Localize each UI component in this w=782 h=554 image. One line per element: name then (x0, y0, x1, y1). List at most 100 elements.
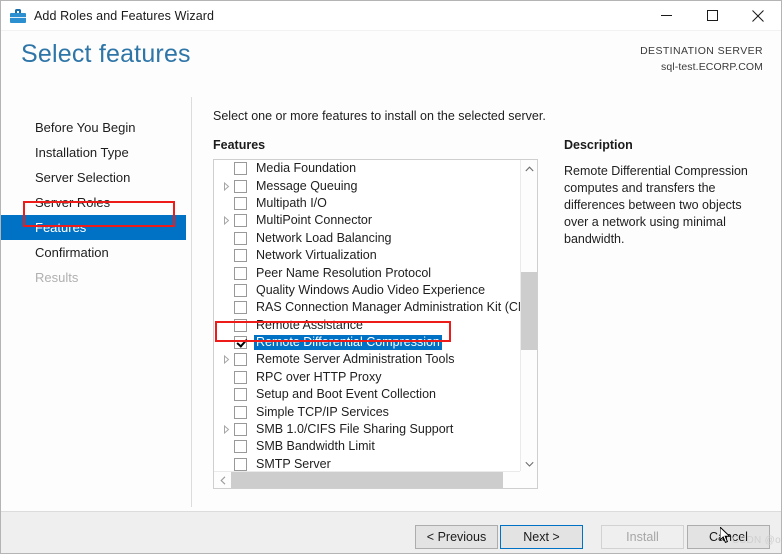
feature-checkbox[interactable] (234, 318, 247, 332)
install-button: Install (601, 525, 684, 549)
destination-server-block: DESTINATION SERVER sql-test.ECORP.COM (640, 43, 763, 75)
feature-checkbox[interactable] (234, 231, 247, 245)
sidebar-item-label: Server Roles (35, 195, 111, 210)
feature-label: Remote Assistance (256, 317, 363, 332)
feature-row[interactable]: Remote Differential Compression (214, 334, 520, 351)
feature-checkbox[interactable] (234, 266, 247, 280)
feature-label: Setup and Boot Event Collection (256, 387, 436, 402)
feature-label: Quality Windows Audio Video Experience (256, 282, 486, 297)
features-section-label: Features (213, 138, 266, 152)
close-icon[interactable] (735, 1, 781, 30)
feature-row[interactable]: Message Queuing (214, 177, 520, 194)
sidebar-item-label: Before You Begin (35, 120, 136, 135)
feature-label: Multipath I/O (256, 195, 327, 210)
feature-label: Remote Differential Compression (254, 335, 442, 351)
feature-row[interactable]: Peer Name Resolution Protocol (214, 264, 520, 281)
sidebar-item-results: Results (1, 265, 192, 290)
feature-checkbox[interactable] (234, 336, 247, 350)
horizontal-scrollbar-thumb[interactable] (231, 472, 503, 488)
chevron-right-icon[interactable] (219, 355, 234, 365)
chevron-right-icon[interactable] (219, 425, 234, 435)
feature-row[interactable]: Setup and Boot Event Collection (214, 386, 520, 403)
previous-button[interactable]: < Previous (415, 525, 498, 549)
feature-row[interactable]: MultiPoint Connector (214, 212, 520, 229)
cancel-button[interactable]: Cancel (687, 525, 770, 549)
features-vertical-scrollbar[interactable] (520, 160, 537, 472)
sidebar-item-label: Server Selection (35, 170, 131, 185)
feature-row[interactable]: Quality Windows Audio Video Experience (214, 282, 520, 299)
description-text: Remote Differential Compression computes… (564, 164, 748, 246)
sidebar-item-before-you-begin[interactable]: Before You Begin (1, 115, 192, 140)
feature-label: RPC over HTTP Proxy (256, 369, 382, 384)
instruction-text: Select one or more features to install o… (213, 109, 546, 123)
feature-label: Remote Server Administration Tools (256, 352, 455, 367)
wizard-window: Add Roles and Features Wizard Select fea… (0, 0, 782, 554)
feature-checkbox[interactable] (234, 405, 247, 419)
title-bar: Add Roles and Features Wizard (1, 1, 781, 30)
feature-row[interactable]: Remote Server Administration Tools (214, 351, 520, 368)
chevron-right-icon[interactable] (219, 181, 234, 191)
minimize-icon[interactable] (643, 1, 689, 30)
chevron-down-icon[interactable] (521, 455, 537, 472)
features-listbox[interactable]: Media Foundation Message Queuing Multipath… (213, 159, 538, 489)
window-title: Add Roles and Features Wizard (34, 8, 215, 23)
features-list-viewport: Media Foundation Message Queuing Multipath… (214, 160, 520, 472)
sidebar-item-installation-type[interactable]: Installation Type (1, 140, 192, 165)
feature-checkbox[interactable] (234, 457, 247, 471)
feature-checkbox[interactable] (234, 162, 247, 176)
feature-checkbox[interactable] (234, 388, 247, 402)
destination-server-label: DESTINATION SERVER (640, 45, 763, 57)
feature-checkbox[interactable] (234, 440, 247, 454)
next-button[interactable]: Next > (500, 525, 583, 549)
feature-checkbox[interactable] (234, 214, 247, 228)
sidebar-item-server-roles[interactable]: Server Roles (1, 190, 192, 215)
feature-checkbox[interactable] (234, 370, 247, 384)
vertical-scrollbar-thumb[interactable] (521, 272, 537, 350)
maximize-icon[interactable] (689, 1, 735, 30)
feature-checkbox[interactable] (234, 196, 247, 210)
feature-row[interactable]: Remote Assistance (214, 317, 520, 334)
feature-checkbox[interactable] (234, 353, 247, 367)
feature-checkbox[interactable] (234, 179, 247, 193)
feature-label: Message Queuing (256, 178, 358, 193)
sidebar-item-label: Confirmation (35, 245, 109, 260)
feature-row[interactable]: SMB 1.0/CIFS File Sharing Support (214, 421, 520, 438)
sidebar-item-confirmation[interactable]: Confirmation (1, 240, 192, 265)
feature-label: RAS Connection Manager Administration Ki… (256, 300, 520, 315)
feature-row[interactable]: Network Virtualization (214, 247, 520, 264)
feature-checkbox[interactable] (234, 249, 247, 263)
feature-row[interactable]: Simple TCP/IP Services (214, 403, 520, 420)
sidebar-item-server-selection[interactable]: Server Selection (1, 165, 192, 190)
feature-row[interactable]: Media Foundation (214, 160, 520, 177)
sidebar-item-features[interactable]: Features (1, 215, 186, 240)
feature-label: SMB Bandwidth Limit (256, 439, 375, 454)
chevron-left-icon[interactable] (214, 472, 231, 488)
feature-row[interactable]: Network Load Balancing (214, 230, 520, 247)
feature-label: Simple TCP/IP Services (256, 404, 389, 419)
feature-label: Network Virtualization (256, 248, 377, 263)
main-pane: Select one or more features to install o… (192, 93, 781, 511)
feature-row[interactable]: RPC over HTTP Proxy (214, 369, 520, 386)
feature-checkbox[interactable] (234, 301, 247, 315)
feature-row[interactable]: SMTP Server (214, 456, 520, 472)
toolbox-icon (10, 8, 26, 24)
feature-label: Network Load Balancing (256, 230, 392, 245)
wizard-step-nav: Before You Begin Installation Type Server … (1, 93, 192, 511)
footer-bar: < Previous Next > Install Cancel (1, 512, 781, 553)
description-section-label: Description (564, 138, 633, 152)
chevron-right-icon[interactable] (219, 216, 234, 226)
feature-label: MultiPoint Connector (256, 213, 373, 228)
feature-checkbox[interactable] (234, 283, 247, 297)
feature-checkbox[interactable] (234, 423, 247, 437)
destination-server-name: sql-test.ECORP.COM (661, 61, 763, 73)
sidebar-item-label: Results (35, 270, 79, 285)
features-horizontal-scrollbar[interactable] (214, 471, 537, 488)
feature-row[interactable]: RAS Connection Manager Administration Ki… (214, 299, 520, 316)
feature-row[interactable]: SMB Bandwidth Limit (214, 438, 520, 455)
feature-row[interactable]: Multipath I/O (214, 195, 520, 212)
feature-label: SMB 1.0/CIFS File Sharing Support (256, 422, 454, 437)
scrollbar-corner (520, 471, 537, 488)
feature-label: Media Foundation (256, 161, 357, 176)
page-header: Select features DESTINATION SERVER sql-t… (1, 31, 781, 93)
chevron-up-icon[interactable] (521, 160, 537, 177)
